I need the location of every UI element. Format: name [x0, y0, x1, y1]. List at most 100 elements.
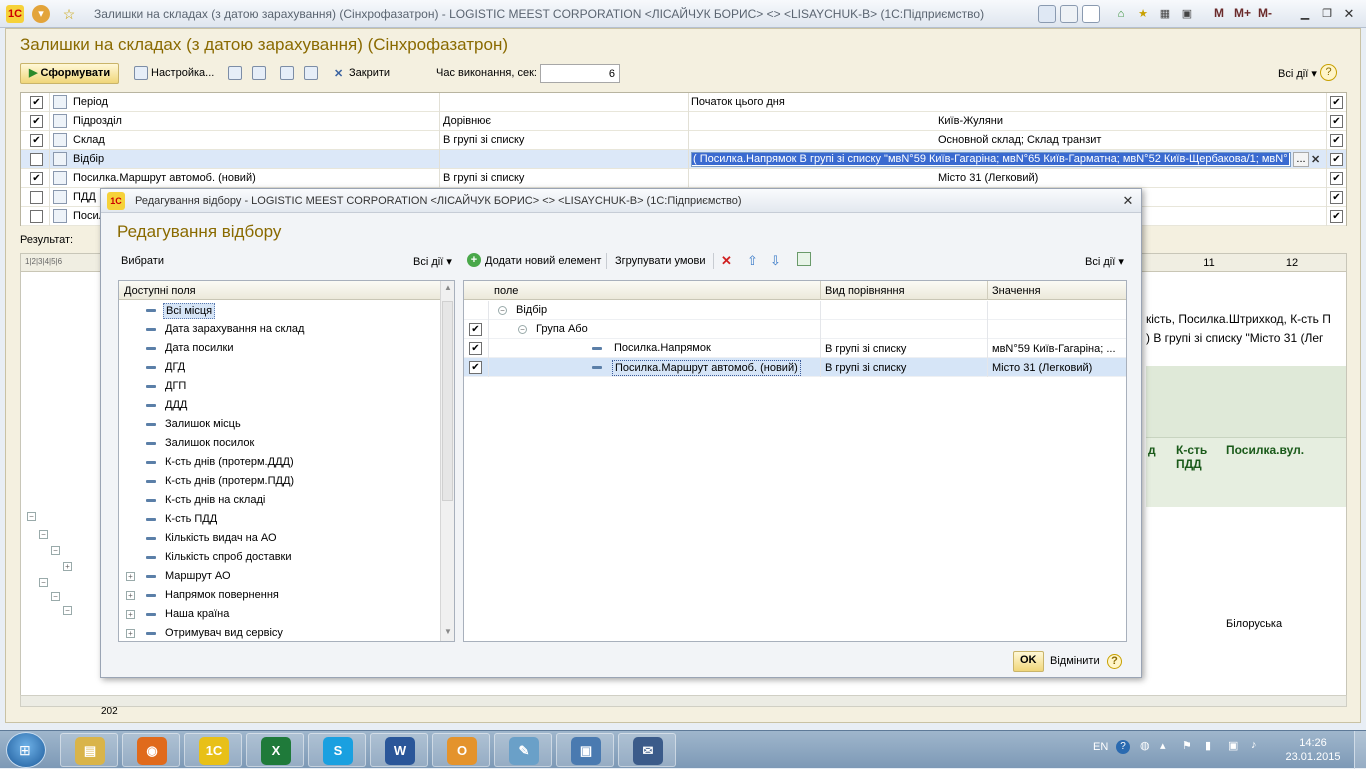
memory-minus-button[interactable]: M-	[1258, 6, 1272, 20]
field-item[interactable]: ДГП	[119, 377, 439, 396]
field-item[interactable]: Всі місця	[119, 301, 439, 320]
settings-row[interactable]: ✔ Склад В групі зі списку Основной склад; С…	[21, 131, 1346, 150]
field-item[interactable]: К-сть ПДД	[119, 510, 439, 529]
language-indicator[interactable]: EN	[1093, 741, 1108, 753]
use-checkbox[interactable]: ✔	[1330, 115, 1343, 128]
settings-row[interactable]: ✔ Підрозділ Дорівнює Київ-Жуляни ✔	[21, 112, 1346, 131]
filter-row[interactable]: − Відбір	[464, 301, 1126, 320]
taskbar-app-excel[interactable]: X	[246, 733, 304, 767]
use-checkbox[interactable]: ✔	[1330, 153, 1343, 166]
filter-row[interactable]: ✔ − Група Або	[464, 320, 1126, 339]
choose-button[interactable]: ...	[1293, 152, 1309, 167]
delete-icon[interactable]: ✕	[721, 253, 732, 269]
move-down-icon[interactable]: ⇩	[770, 253, 781, 269]
taskbar-app-firefox[interactable]: ◉	[122, 733, 180, 767]
filter-value[interactable]: мвN°59 Київ-Гагаріна; ...	[992, 343, 1122, 355]
horizontal-scrollbar[interactable]	[20, 695, 1347, 707]
field-item[interactable]: Кількість спроб доставки	[119, 548, 439, 567]
taskbar-app-remote-desktop[interactable]: ▣	[556, 733, 614, 767]
copy-icon[interactable]	[280, 66, 294, 80]
setting-value[interactable]: Основной склад; Склад транзит	[938, 134, 1318, 146]
close-icon[interactable]: ✕	[1340, 5, 1358, 23]
help-tray-icon[interactable]: ?	[1116, 740, 1130, 754]
field-item[interactable]: К-сть днів (протерм.ПДД)	[119, 472, 439, 491]
power-icon[interactable]: ▣	[1228, 739, 1238, 752]
filter-conditions-grid[interactable]: поле Вид порівняння Значення − Відбір ✔ − Гр…	[463, 280, 1127, 642]
calculator-icon[interactable]: ▦	[1156, 5, 1174, 23]
calendar-icon[interactable]: ▣	[1178, 5, 1196, 23]
setting-value[interactable]: Місто 31 (Легковий)	[938, 172, 1318, 184]
memory-button[interactable]: M	[1214, 6, 1224, 20]
settings-row[interactable]: Відбір ( Посилка.Напрямок В групі зі спис…	[21, 150, 1346, 169]
setting-condition[interactable]: Дорівнює	[443, 115, 683, 127]
taskbar-app-paint[interactable]: ✎	[494, 733, 552, 767]
flag-icon[interactable]: ⚑	[1182, 739, 1192, 752]
ok-button[interactable]: OK	[1013, 651, 1044, 672]
field-item[interactable]: К-сть днів (протерм.ДДД)	[119, 453, 439, 472]
restore-icon[interactable]: ❐	[1318, 5, 1336, 23]
field-item[interactable]: ДДД	[119, 396, 439, 415]
print-icon[interactable]	[1060, 5, 1078, 23]
network-icon[interactable]: ▮	[1205, 739, 1211, 752]
filter-checkbox[interactable]: ✔	[469, 342, 482, 355]
field-item[interactable]: + Наша країна	[119, 605, 439, 624]
field-item[interactable]: Дата посилки	[119, 339, 439, 358]
menu-dropdown-icon[interactable]: ▾	[32, 5, 50, 23]
field-item[interactable]: + Напрямок повернення	[119, 586, 439, 605]
show-hidden-icons-icon[interactable]: ▴	[1160, 739, 1166, 752]
use-checkbox[interactable]: ✔	[1330, 172, 1343, 185]
taskbar-app-word[interactable]: W	[370, 733, 428, 767]
minimize-icon[interactable]: ▁	[1296, 5, 1314, 23]
setting-condition[interactable]: В групі зі списку	[443, 134, 683, 146]
available-fields-list[interactable]: Доступні поля Всі місця Дата зарахування …	[118, 280, 455, 642]
close-button[interactable]: Закрити	[349, 67, 390, 79]
filter-comparison[interactable]: В групі зі списку	[825, 343, 906, 355]
use-checkbox[interactable]: ✔	[1330, 96, 1343, 109]
fields-scrollbar[interactable]: ▲ ▼	[440, 281, 454, 641]
filter-row[interactable]: ✔ Посилка.Напрямок В групі зі списку мвN°59…	[464, 339, 1126, 358]
volume-icon[interactable]: ♪	[1251, 739, 1257, 751]
star-add-icon[interactable]: ★	[1134, 5, 1152, 23]
dialog-help-icon[interactable]: ?	[1107, 654, 1122, 669]
field-item[interactable]: К-сть днів на складі	[119, 491, 439, 510]
collapse-icon[interactable]: −	[518, 325, 527, 334]
settings-button[interactable]: Настройка...	[151, 67, 214, 79]
filter-checkbox[interactable]: ✔	[469, 361, 482, 374]
use-checkbox[interactable]: ✔	[1330, 210, 1343, 223]
row-checkbox[interactable]: ✔	[30, 96, 43, 109]
outline-tree[interactable]: − − − + − − −	[27, 512, 97, 632]
preview-icon[interactable]	[1082, 5, 1100, 23]
field-item[interactable]: ДГД	[119, 358, 439, 377]
field-item[interactable]: Залишок місць	[119, 415, 439, 434]
exec-time-field[interactable]: 6	[540, 64, 620, 83]
setting-value[interactable]: Київ-Жуляни	[938, 115, 1318, 127]
group-conditions-button[interactable]: Згрупувати умови	[615, 255, 706, 267]
expand-icon[interactable]: +	[126, 572, 135, 581]
add-element-button[interactable]: Додати новий елемент	[485, 255, 601, 267]
setting-condition[interactable]: В групі зі списку	[443, 172, 683, 184]
taskbar-app-outlook[interactable]: O	[432, 733, 490, 767]
use-checkbox[interactable]: ✔	[1330, 191, 1343, 204]
filter-row[interactable]: ✔ Посилка.Маршрут автомоб. (новий) В групі…	[464, 358, 1126, 377]
clock[interactable]: 14:26 23.01.2015	[1283, 736, 1343, 764]
expand-icon[interactable]: +	[126, 591, 135, 600]
left-all-actions-menu[interactable]: Всі дії ▾	[413, 255, 452, 268]
save-settings-icon[interactable]	[252, 66, 266, 80]
load-settings-icon[interactable]	[228, 66, 242, 80]
expand-icon[interactable]: +	[126, 629, 135, 638]
row-checkbox[interactable]: ✔	[30, 172, 43, 185]
right-all-actions-menu[interactable]: Всі дії ▾	[1085, 255, 1124, 268]
generate-button[interactable]: ▶ Сформувати	[20, 63, 120, 84]
start-button[interactable]: ⊞	[6, 732, 46, 768]
show-desktop-button[interactable]	[1354, 731, 1366, 769]
row-checkbox[interactable]: ✔	[30, 134, 43, 147]
memory-plus-button[interactable]: M+	[1234, 6, 1251, 20]
move-up-icon[interactable]: ⇧	[747, 253, 758, 269]
expand-icon[interactable]: +	[126, 610, 135, 619]
paste-icon[interactable]	[304, 66, 318, 80]
filter-value[interactable]: Місто 31 (Легковий)	[992, 362, 1122, 374]
help-icon[interactable]: ?	[1320, 64, 1337, 81]
filter-checkbox[interactable]: ✔	[469, 323, 482, 336]
row-checkbox[interactable]	[30, 153, 43, 166]
taskbar-app-thunderbird[interactable]: ✉	[618, 733, 676, 767]
